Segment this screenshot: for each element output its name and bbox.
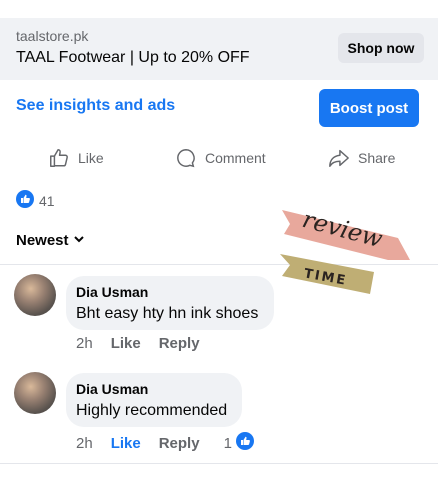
- comment-reply-button[interactable]: Reply: [159, 435, 200, 452]
- comment-reaction-count: 1: [223, 434, 232, 452]
- comment-like-button[interactable]: Like: [111, 435, 141, 452]
- comment-text: Bht easy hty hn ink shoes: [76, 305, 259, 322]
- comment-author[interactable]: Dia Usman: [76, 381, 230, 398]
- like-reaction-icon: [16, 190, 34, 211]
- share-arrow-icon: [328, 147, 350, 169]
- comment-reaction-summary[interactable]: 1: [224, 432, 254, 454]
- comment-bubble: Dia Usman Bht easy hty hn ink shoes: [66, 276, 274, 330]
- link-title: TAAL Footwear | Up to 20% OFF: [16, 49, 250, 66]
- shop-now-button[interactable]: Shop now: [338, 33, 424, 63]
- comment-author[interactable]: Dia Usman: [76, 284, 262, 301]
- reactions-summary[interactable]: 41: [16, 190, 55, 211]
- comment-bubble: Dia Usman Highly recommended: [66, 373, 242, 427]
- divider: [0, 463, 438, 464]
- chevron-down-icon: [73, 232, 85, 249]
- comment-text: Highly recommended: [76, 402, 228, 419]
- comment-action-label: Comment: [205, 150, 266, 166]
- see-insights-link[interactable]: See insights and ads: [16, 97, 175, 115]
- comment-reply-button[interactable]: Reply: [159, 335, 200, 352]
- comment-like-button[interactable]: Like: [111, 335, 141, 352]
- avatar[interactable]: [14, 274, 56, 316]
- share-action-label: Share: [358, 150, 396, 166]
- comment-meta: 2h Like Reply: [76, 335, 224, 352]
- comment-meta: 2h Like Reply 1: [76, 432, 254, 454]
- comment-action-button[interactable]: Comment: [175, 145, 266, 171]
- like-action-label: Like: [78, 150, 104, 166]
- avatar[interactable]: [14, 372, 56, 414]
- boost-post-button[interactable]: Boost post: [319, 89, 419, 127]
- link-preview-card[interactable]: taalstore.pk TAAL Footwear | Up to 20% O…: [0, 18, 438, 80]
- review-time-sticker: review TIME: [280, 205, 410, 294]
- comment-bubble-icon: [175, 147, 197, 169]
- like-action-button[interactable]: Like: [48, 145, 104, 171]
- sort-label: Newest: [16, 232, 69, 249]
- reaction-count: 41: [39, 192, 55, 209]
- comment-time[interactable]: 2h: [76, 435, 93, 452]
- link-domain: taalstore.pk: [16, 28, 89, 44]
- comments-sort-dropdown[interactable]: Newest: [16, 232, 85, 249]
- comment-time[interactable]: 2h: [76, 335, 93, 352]
- thumbs-up-icon: [48, 147, 70, 169]
- like-reaction-icon: [235, 432, 254, 454]
- share-action-button[interactable]: Share: [328, 145, 395, 171]
